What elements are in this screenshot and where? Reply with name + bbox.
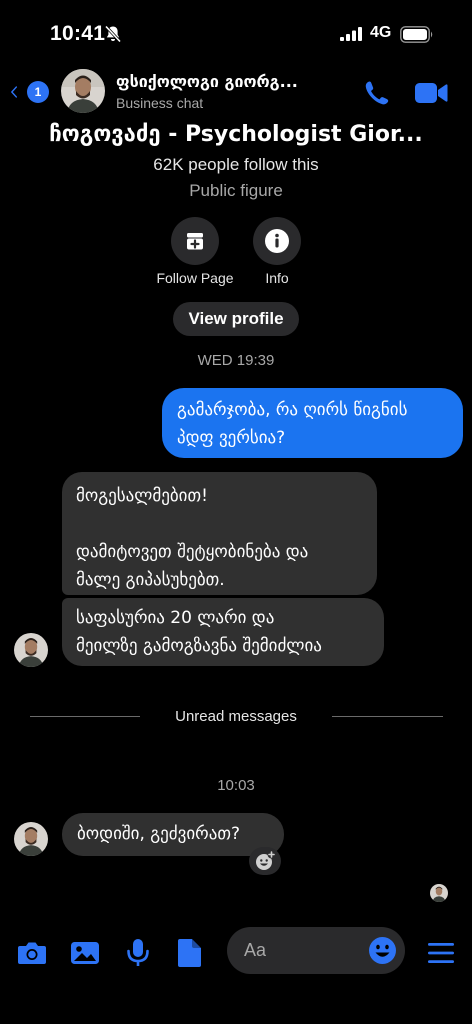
file-icon[interactable] <box>174 937 206 969</box>
emoji-icon[interactable] <box>368 936 397 965</box>
contact-name[interactable]: ფსიქოლოგი გიორგ... <box>116 72 348 91</box>
status-bar: 10:41 4G <box>0 0 472 70</box>
message-line: მეილზე გამოგზავნა შემიძლია <box>76 636 322 656</box>
bell-slash-icon <box>104 25 122 43</box>
avatar[interactable] <box>61 69 105 113</box>
message-timestamp: WED 19:39 <box>197 352 275 369</box>
network-type: 4G <box>370 24 392 41</box>
info-icon <box>265 229 289 253</box>
message-line: ბოდიში, გეძვირათ? <box>77 824 240 844</box>
view-profile-button[interactable]: View profile <box>173 302 299 336</box>
incoming-message[interactable]: საფასურია 20 ლარი და მეილზე გამოგზავნა შ… <box>62 598 384 666</box>
message-line: დამიტოვეთ შეტყობინება და <box>76 542 309 562</box>
incoming-message[interactable]: ბოდიში, გეძვირათ? <box>62 813 284 856</box>
message-composer <box>0 920 472 984</box>
message-line: მოგესალმებით! <box>76 486 208 506</box>
unread-count-badge[interactable]: 1 <box>27 81 49 103</box>
menu-icon[interactable] <box>426 939 456 967</box>
message-line: პდფ ვერსია? <box>177 428 286 448</box>
sender-avatar[interactable] <box>14 822 48 856</box>
sender-avatar[interactable] <box>14 633 48 667</box>
page-title: ჩოგოვაძე - Psychologist Gior... <box>49 122 423 147</box>
incoming-message[interactable]: მოგესალმებით! დამიტოვეთ შეტყობინება და მ… <box>62 472 377 595</box>
contact-subtitle: Business chat <box>116 95 204 111</box>
back-chevron-icon[interactable] <box>10 78 28 106</box>
follow-page-button[interactable] <box>171 217 219 265</box>
signal-icon <box>340 27 362 41</box>
follow-page-label: Follow Page <box>156 270 234 286</box>
info-button[interactable] <box>253 217 301 265</box>
outgoing-message[interactable]: გამარჯობა, რა ღირს წიგნის პდფ ვერსია? <box>162 388 463 458</box>
home-indicator <box>166 1010 306 1015</box>
info-label: Info <box>265 270 289 286</box>
page-category: Public figure <box>189 181 283 200</box>
add-reaction-button[interactable] <box>249 847 281 875</box>
message-input-container[interactable] <box>227 927 405 974</box>
battery-icon <box>400 26 433 43</box>
message-line: გამარჯობა, რა ღირს წიგნის <box>177 400 408 420</box>
add-reaction-icon <box>256 850 276 870</box>
follower-count: 62K people follow this <box>153 155 319 174</box>
gallery-icon[interactable] <box>69 937 101 969</box>
microphone-icon[interactable] <box>122 937 154 969</box>
message-line: მალე გიპასუხებთ. <box>76 570 225 590</box>
video-icon[interactable] <box>414 80 448 106</box>
divider <box>332 716 443 717</box>
follow-page-icon <box>187 233 203 250</box>
read-receipt-avatar <box>430 884 448 902</box>
message-timestamp: 10:03 <box>217 777 255 794</box>
message-line: საფასურია 20 ლარი და <box>76 608 275 628</box>
status-time: 10:41 <box>50 22 106 45</box>
chat-header: 1 ფსიქოლოგი გიორგ... Business chat <box>0 62 472 124</box>
camera-icon[interactable] <box>16 937 48 969</box>
phone-icon[interactable] <box>362 78 392 108</box>
message-input[interactable] <box>244 937 364 963</box>
